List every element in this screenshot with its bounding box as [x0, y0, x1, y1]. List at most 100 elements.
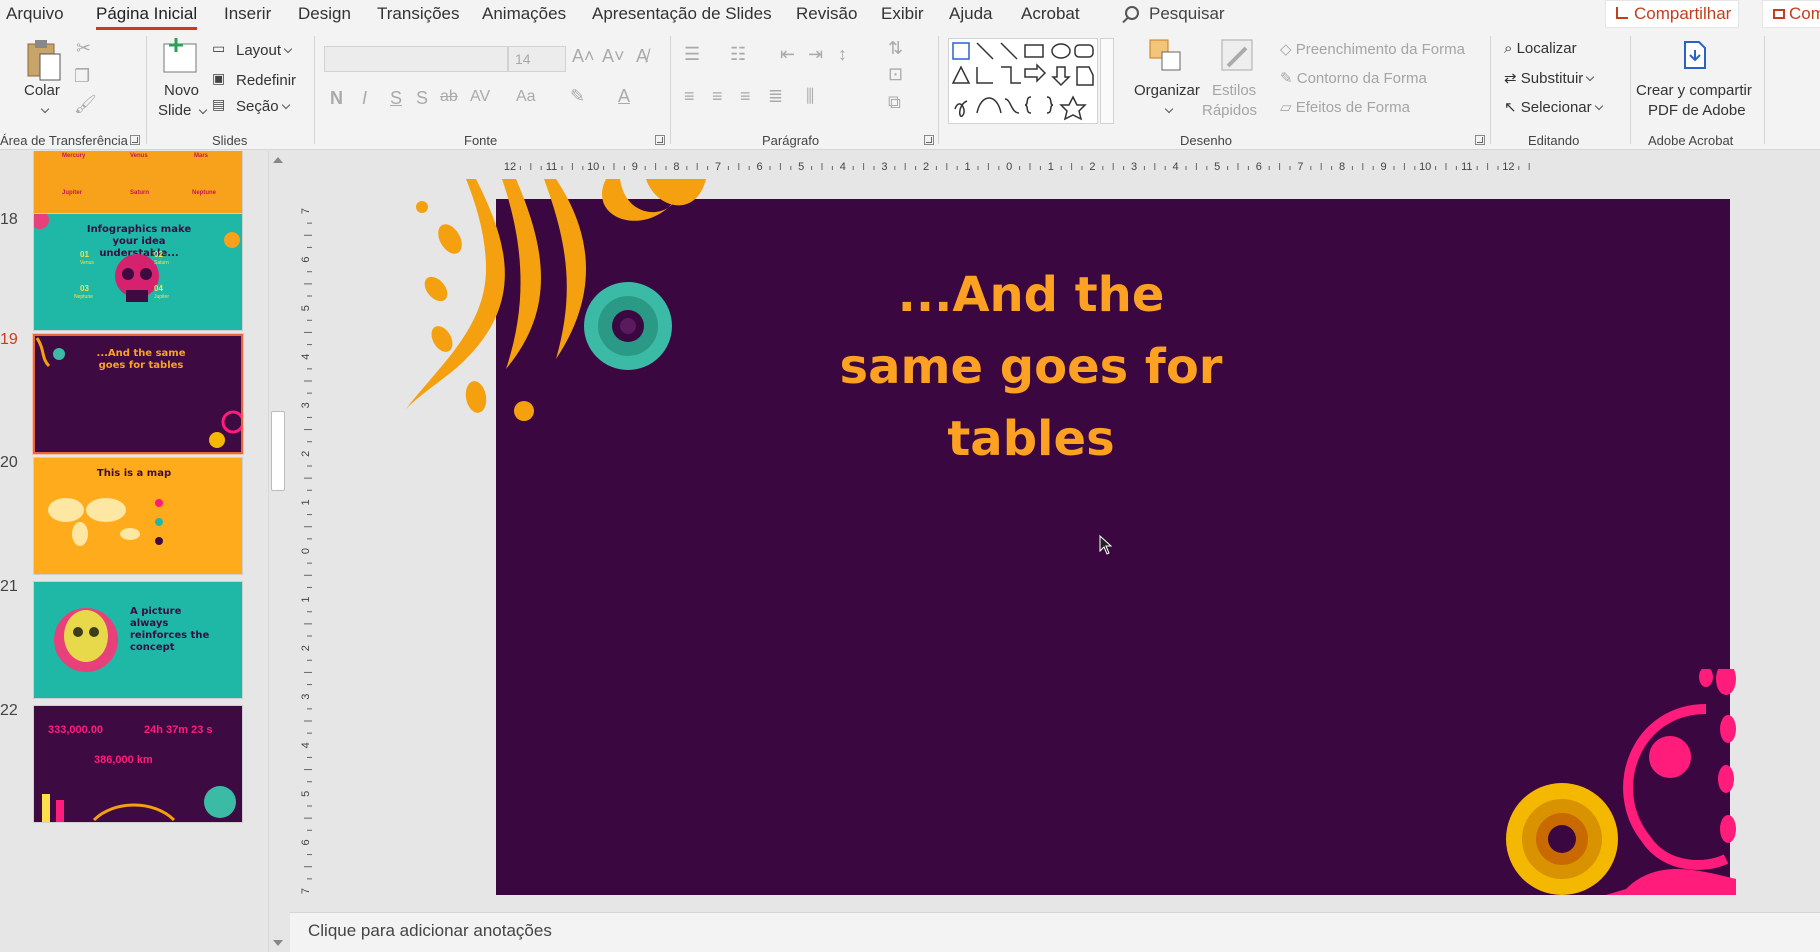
underline-button[interactable]: S: [390, 88, 402, 109]
create-pdf-label-2[interactable]: PDF de Adobe: [1648, 102, 1746, 119]
slide-thumbnail-22[interactable]: 333,000.00 24h 37m 23 s 386,000 km: [33, 705, 243, 823]
slide-thumbnail-17[interactable]: Mercury Venus Mars Jupiter Saturn Neptun…: [33, 151, 243, 221]
layout-label: Layout: [236, 42, 282, 59]
clear-format-icon[interactable]: A̸: [636, 46, 648, 67]
paste-icon[interactable]: [24, 38, 64, 87]
comments-button[interactable]: Com: [1762, 0, 1820, 28]
quick-styles-icon[interactable]: [1220, 38, 1256, 79]
tab-transicoes[interactable]: Transições: [377, 4, 460, 24]
align-text-icon[interactable]: ⊡: [888, 64, 903, 85]
slide-thumbnail-pane: Mercury Venus Mars Jupiter Saturn Neptun…: [0, 151, 252, 952]
quick-styles-label-2[interactable]: Rápidos: [1202, 102, 1257, 119]
justify-icon[interactable]: ≣: [768, 86, 783, 107]
slide-canvas[interactable]: ...And the same goes for tables: [406, 179, 1736, 895]
tab-animacoes[interactable]: Animações: [482, 4, 566, 24]
shape-fill-button[interactable]: ◇ Preenchimento da Forma: [1280, 40, 1465, 58]
thumb-text: Saturn: [130, 190, 150, 196]
tab-revisao[interactable]: Revisão: [796, 4, 857, 24]
paste-button[interactable]: Colar: [24, 82, 60, 99]
find-button[interactable]: ⌕ Localizar: [1504, 40, 1577, 57]
char-spacing-button[interactable]: AV: [470, 88, 490, 106]
tab-pagina-inicial[interactable]: Página Inicial: [96, 4, 198, 30]
ruler-tick-label: 0: [1006, 161, 1012, 173]
copy-icon[interactable]: ❐: [74, 66, 90, 87]
search-box[interactable]: Pesquisar: [1125, 4, 1225, 24]
horizontal-ruler: 12 11 10 9 8 7 6 5 4 3 2 1 0 1 2 3 4 5 6 7 8 9 10 11 12: [504, 161, 1530, 173]
shrink-font-icon[interactable]: A˅: [602, 46, 625, 67]
numbering-icon[interactable]: ☷: [730, 44, 746, 65]
arrange-button[interactable]: Organizar: [1134, 82, 1200, 99]
columns-icon[interactable]: ⫼: [806, 86, 814, 107]
italic-button[interactable]: I: [362, 88, 367, 109]
replace-button[interactable]: ⇄ Substituir: [1504, 69, 1595, 87]
shape-outline-button[interactable]: ✎ Contorno da Forma: [1280, 69, 1427, 87]
scroll-down-icon[interactable]: [273, 940, 283, 946]
align-center-icon[interactable]: ≡: [712, 86, 723, 107]
tab-design[interactable]: Design: [298, 4, 351, 24]
drawing-launcher-icon[interactable]: [1475, 135, 1485, 145]
bullets-icon[interactable]: ☰: [684, 44, 700, 65]
layout-button[interactable]: Layout: [236, 42, 293, 59]
ruler-tick-label: 11: [546, 161, 557, 173]
notes-pane[interactable]: Clique para adicionar anotações: [290, 912, 1820, 952]
slide-thumbnail-20[interactable]: This is a map: [33, 457, 243, 575]
format-painter-icon[interactable]: 🖌: [74, 94, 97, 115]
ruler-tick-label: 2: [1089, 161, 1095, 173]
align-left-icon[interactable]: ≡: [684, 86, 695, 107]
paste-chevron-icon[interactable]: [40, 104, 50, 114]
tab-inserir[interactable]: Inserir: [224, 4, 271, 24]
quick-styles-label-1[interactable]: Estilos: [1212, 82, 1256, 99]
shapes-scroll[interactable]: [1100, 38, 1114, 124]
cut-icon[interactable]: ✂: [76, 38, 91, 59]
ruler-tick-label: 1: [965, 161, 971, 173]
increase-indent-icon[interactable]: ⇥: [808, 44, 823, 65]
new-slide-chevron-icon[interactable]: [198, 105, 208, 115]
align-right-icon[interactable]: ≡: [740, 86, 751, 107]
share-button[interactable]: Compartilhar: [1605, 0, 1739, 28]
tab-ajuda[interactable]: Ajuda: [949, 4, 992, 24]
new-slide-icon[interactable]: [162, 36, 200, 81]
create-pdf-label-1[interactable]: Crear y compartir: [1636, 82, 1752, 99]
slide-thumbnail-18[interactable]: Infographics make your idea understable.…: [33, 213, 243, 331]
select-button[interactable]: ↖ Selecionar: [1504, 98, 1603, 116]
decrease-indent-icon[interactable]: ⇤: [780, 44, 795, 65]
arrange-icon[interactable]: [1148, 38, 1184, 79]
font-launcher-icon[interactable]: [655, 135, 665, 145]
new-slide-label-2[interactable]: Slide: [158, 102, 191, 119]
tab-arquivo[interactable]: Arquivo: [6, 4, 64, 24]
shadow-button[interactable]: S: [416, 88, 428, 109]
thumbnail-scrollbar[interactable]: [268, 151, 286, 952]
slide-thumbnail-19[interactable]: ...And the same goes for tables: [32, 333, 244, 455]
font-color-icon[interactable]: A: [618, 86, 630, 107]
strikethrough-button[interactable]: ab: [440, 88, 458, 106]
shape-effects-button[interactable]: ▱ Efeitos de Forma: [1280, 98, 1410, 116]
bold-button[interactable]: N: [330, 88, 343, 109]
slide-title[interactable]: ...And the same goes for tables: [836, 259, 1226, 475]
tab-exibir[interactable]: Exibir: [881, 4, 924, 24]
paragraph-launcher-icon[interactable]: [924, 135, 934, 145]
smartart-icon[interactable]: ⧉: [888, 92, 901, 113]
font-size-combo[interactable]: 14: [508, 46, 566, 72]
tab-apresentacao[interactable]: Apresentação de Slides: [592, 4, 772, 24]
font-name-combo[interactable]: [324, 46, 508, 72]
text-direction-icon[interactable]: ⇅: [888, 38, 903, 59]
highlight-icon[interactable]: ✎: [570, 86, 585, 107]
slide-thumbnail-21[interactable]: A picture always reinforces the concept: [33, 581, 243, 699]
change-case-button[interactable]: Aa: [516, 88, 536, 106]
section-button[interactable]: Seção: [236, 98, 290, 115]
arrange-chevron-icon[interactable]: [1164, 104, 1174, 114]
search-icon: [1125, 6, 1139, 20]
pdf-share-icon[interactable]: [1682, 40, 1708, 75]
clipboard-launcher-icon[interactable]: [130, 135, 140, 145]
shapes-gallery[interactable]: [948, 38, 1098, 124]
line-spacing-icon[interactable]: ↕: [838, 44, 847, 65]
find-icon: ⌕: [1504, 40, 1517, 57]
reset-button[interactable]: Redefinir: [236, 72, 296, 89]
new-slide-label-1[interactable]: Novo: [164, 82, 199, 99]
scroll-up-icon[interactable]: [273, 157, 283, 163]
notes-placeholder[interactable]: Clique para adicionar anotações: [308, 921, 552, 941]
scrollbar-thumb[interactable]: [271, 411, 285, 491]
thumb-text: 04: [154, 284, 163, 293]
tab-acrobat[interactable]: Acrobat: [1021, 4, 1080, 24]
grow-font-icon[interactable]: A˄: [572, 46, 595, 67]
